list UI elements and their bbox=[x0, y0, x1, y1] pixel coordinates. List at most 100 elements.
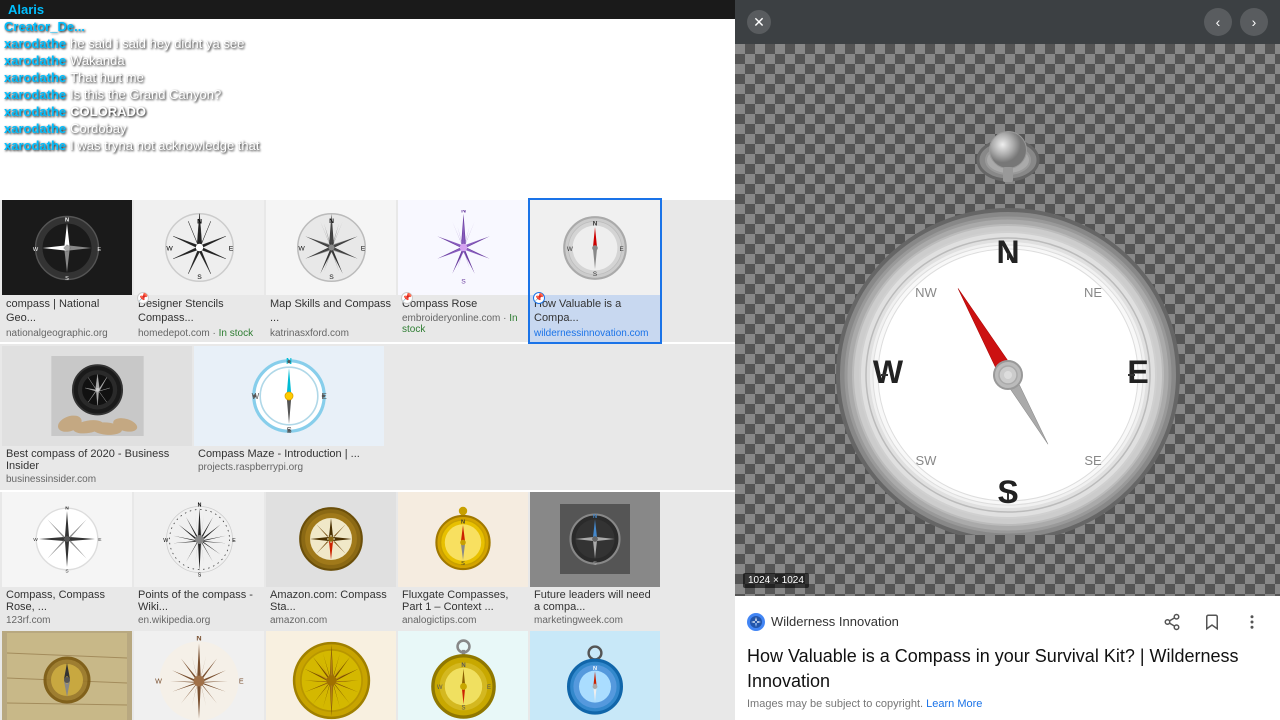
prev-nav-button[interactable]: ‹ bbox=[1204, 8, 1232, 36]
next-icon: › bbox=[1252, 14, 1257, 30]
svg-text:S: S bbox=[197, 572, 201, 577]
svg-text:SE: SE bbox=[1084, 453, 1102, 468]
svg-text:W: W bbox=[298, 246, 305, 253]
svg-text:W: W bbox=[436, 685, 442, 691]
site-favicon bbox=[747, 613, 765, 631]
favicon-icon bbox=[749, 615, 763, 629]
learn-more-link[interactable]: Learn More bbox=[926, 698, 982, 710]
bookmark-button[interactable] bbox=[1196, 606, 1228, 638]
grid-cell-homedepot[interactable]: N S W E 📌 Designer Stencils Compass... h… bbox=[134, 200, 264, 342]
chat-text-5: COLORADO bbox=[70, 104, 146, 119]
source-natgeo: nationalgeographic.org bbox=[2, 328, 132, 342]
svg-text:W: W bbox=[166, 246, 173, 253]
chat-name-5: xarodathe bbox=[4, 104, 66, 119]
grid-cell-wildinno[interactable]: N S W E 📌 How Valuable is a Compa... wil… bbox=[530, 200, 660, 342]
compass-dark2-icon: N S bbox=[560, 504, 630, 574]
svg-text:S: S bbox=[461, 705, 465, 711]
svg-text:N: N bbox=[461, 520, 465, 526]
close-icon: ✕ bbox=[753, 14, 765, 31]
svg-text:E: E bbox=[487, 685, 491, 691]
compass-brown-icon: N S W E bbox=[154, 636, 244, 720]
source-marketing: marketingweek.com bbox=[530, 615, 660, 629]
size-badge: 1024 × 1024 bbox=[743, 573, 809, 588]
svg-text:S: S bbox=[65, 276, 69, 282]
site-name: Wilderness Innovation bbox=[771, 614, 899, 629]
grid-cell-marketing[interactable]: N S Future leaders will need a compa... … bbox=[530, 492, 660, 629]
svg-text:N: N bbox=[593, 665, 597, 671]
caption-mapskills: Map Skills and Compass ... bbox=[266, 295, 396, 328]
grid-cell-map[interactable] bbox=[2, 631, 132, 720]
caption-embroidery: Compass Rose bbox=[398, 295, 528, 313]
compass-gold-icon: N S bbox=[428, 504, 498, 574]
compass-amazon-icon bbox=[296, 504, 366, 574]
grid-cell-ornate[interactable] bbox=[266, 631, 396, 720]
compass-icon-natgeo: N S W E bbox=[32, 213, 102, 283]
bookmark-icon bbox=[1203, 613, 1221, 631]
preview-nav: ‹ › bbox=[1204, 8, 1268, 36]
right-panel: ✕ ‹ › bbox=[735, 0, 1280, 720]
caption-wikipedia: Points of the compass - Wiki... bbox=[134, 587, 264, 615]
left-panel: Alaris Creator_De... xarodathe he said i… bbox=[0, 0, 735, 720]
more-button[interactable] bbox=[1236, 606, 1268, 638]
grid-cell-gold2[interactable]: N S W E bbox=[398, 631, 528, 720]
grid-cell-analogic[interactable]: N S Fluxgate Compasses, Part 1 – Context… bbox=[398, 492, 528, 629]
compass-wiki-icon: N S W E bbox=[162, 502, 237, 577]
svg-text:W: W bbox=[567, 245, 573, 252]
svg-text:E: E bbox=[97, 246, 101, 252]
grid-cell-123rf[interactable]: N S W E Compass, Compass Rose, ... 123rf… bbox=[2, 492, 132, 629]
svg-text:S: S bbox=[593, 561, 597, 567]
svg-text:N: N bbox=[197, 219, 202, 226]
svg-text:E: E bbox=[232, 537, 236, 543]
source-wikipedia: en.wikipedia.org bbox=[134, 615, 264, 629]
svg-text:S: S bbox=[329, 274, 334, 281]
close-button[interactable]: ✕ bbox=[747, 10, 771, 34]
compass-icon-wildinno: N S W E bbox=[560, 213, 630, 283]
grid-cell-mapskills[interactable]: N S W E Map Skills and Compass ... katri… bbox=[266, 200, 396, 342]
grid-cell-blue[interactable]: N bbox=[530, 631, 660, 720]
share-button[interactable] bbox=[1156, 606, 1188, 638]
svg-text:SW: SW bbox=[915, 453, 937, 468]
chat-name-3: xarodathe bbox=[4, 70, 66, 85]
source-vectorstock: wildernessinnovation.com bbox=[530, 328, 660, 342]
pin-selected-icon: 📌 bbox=[533, 292, 545, 304]
chat-text-6: Cordobay bbox=[70, 121, 126, 136]
svg-text:E: E bbox=[360, 246, 365, 253]
compass-gold2-icon: N S W E bbox=[421, 638, 506, 720]
caption-homedepot: Designer Stencils Compass... bbox=[134, 295, 264, 328]
compass-simple-icon: N S W E bbox=[32, 504, 102, 574]
svg-text:N: N bbox=[329, 218, 334, 225]
pin-icon-2: 📌 bbox=[401, 292, 413, 304]
channel-name: Alaris bbox=[8, 2, 44, 17]
compass-icon-mapskills: N S W E bbox=[294, 210, 369, 285]
chat-text-7: I was tryna not acknowledge that bbox=[70, 138, 259, 153]
svg-text:E: E bbox=[98, 537, 102, 543]
grid-cell-brown-rose[interactable]: N S W E bbox=[134, 631, 264, 720]
chat-text-1: he said i said hey didnt ya see bbox=[70, 36, 244, 51]
source-homedepot: homedepot.com · In stock bbox=[134, 328, 264, 342]
caption-amazon: Amazon.com: Compass Sta... bbox=[266, 587, 396, 615]
grid-cell-wikipedia[interactable]: N S W E Points of the compass - Wiki... … bbox=[134, 492, 264, 629]
svg-text:S: S bbox=[593, 271, 597, 278]
chat-overlay: Creator_De... xarodathe he said i said h… bbox=[0, 18, 380, 154]
compass-teal-icon: N S W E bbox=[249, 356, 329, 436]
svg-text:E: E bbox=[239, 676, 244, 685]
compass-ornate-icon bbox=[289, 638, 374, 720]
footer-top: Wilderness Innovation bbox=[747, 606, 1268, 638]
chat-name-4: xarodathe bbox=[4, 87, 66, 102]
channel-banner: Alaris bbox=[0, 0, 735, 19]
next-nav-button[interactable]: › bbox=[1240, 8, 1268, 36]
svg-text:S: S bbox=[997, 474, 1018, 510]
chat-name-6: xarodathe bbox=[4, 121, 66, 136]
copyright-text: Images may be subject to copyright. bbox=[747, 698, 923, 710]
caption-natgeo: compass | National Geo... bbox=[2, 295, 132, 328]
grid-cell-embroidery[interactable]: N S 📌 Compass Rose embroideryonline.com … bbox=[398, 200, 528, 342]
grid-cell-businsider[interactable]: Best compass of 2020 - Business Insider … bbox=[2, 346, 192, 488]
grid-cell-amazon[interactable]: Amazon.com: Compass Sta... amazon.com bbox=[266, 492, 396, 629]
svg-text:S: S bbox=[461, 279, 466, 286]
chat-text-2: Wakanda bbox=[70, 53, 124, 68]
grid-cell-natgeo[interactable]: N S W E compass | National Geo... nation… bbox=[2, 200, 132, 342]
source-embroidery: embroideryonline.com · In stock bbox=[398, 313, 528, 338]
site-badge: Wilderness Innovation bbox=[747, 613, 899, 631]
grid-cell-raspberrypi[interactable]: N S W E Compass Maze - Introduction | ..… bbox=[194, 346, 384, 488]
source-mapskills: katrinasxford.com bbox=[266, 328, 396, 342]
